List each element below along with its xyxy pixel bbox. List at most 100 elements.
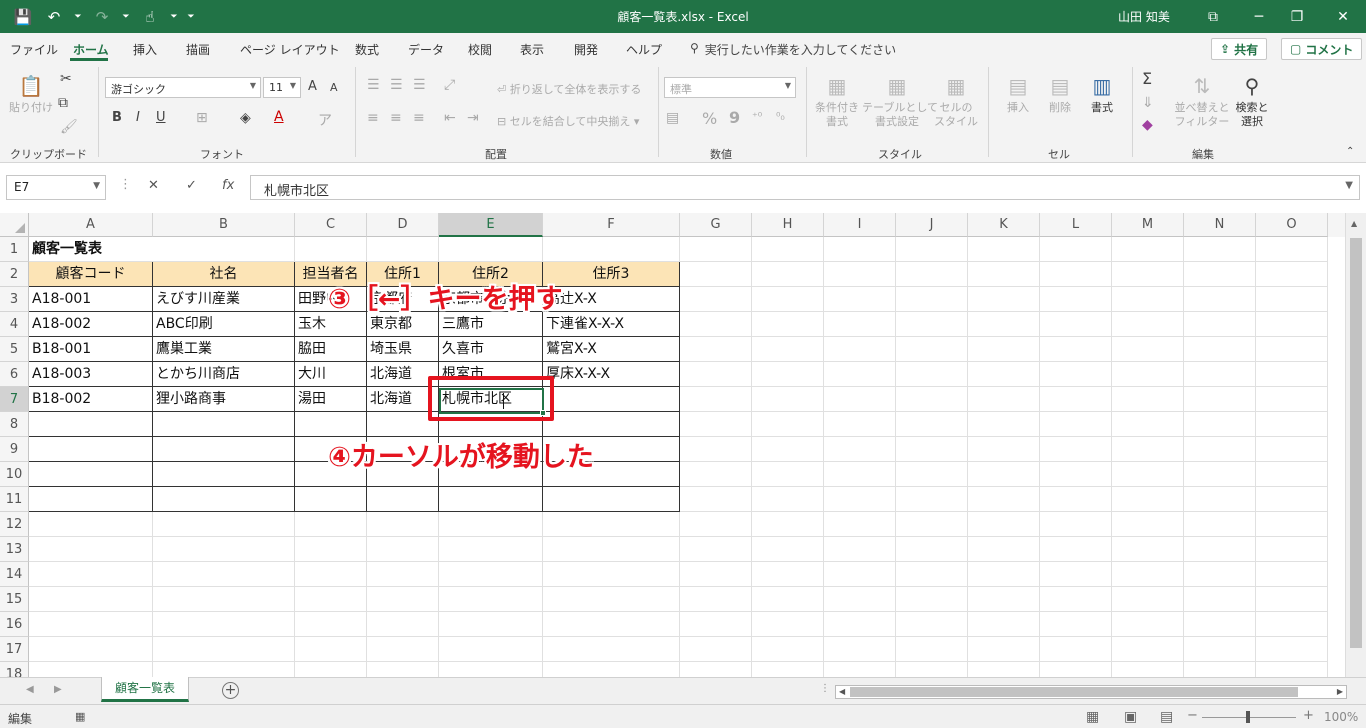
- cell-h6[interactable]: [752, 362, 824, 387]
- cancel-entry-icon[interactable]: ✕: [148, 178, 159, 193]
- cell-o1[interactable]: [1256, 237, 1328, 262]
- ribbon-display-options-icon[interactable]: ⧉: [1190, 0, 1236, 33]
- table-cell[interactable]: 埼玉県: [367, 337, 439, 362]
- table-cell-empty[interactable]: [153, 462, 295, 487]
- cell-k13[interactable]: [968, 537, 1040, 562]
- cell-n8[interactable]: [1184, 412, 1256, 437]
- cell-o15[interactable]: [1256, 587, 1328, 612]
- cell-j11[interactable]: [896, 487, 968, 512]
- tab-home[interactable]: ホーム: [73, 41, 109, 58]
- header-cell[interactable]: 社名: [153, 262, 295, 287]
- cell-d15[interactable]: [367, 587, 439, 612]
- close-icon[interactable]: ✕: [1320, 0, 1366, 33]
- cell-j3[interactable]: [896, 287, 968, 312]
- grow-font-icon[interactable]: A: [308, 79, 317, 94]
- delete-cells-button[interactable]: ▤ 削除: [1040, 71, 1080, 115]
- tab-insert[interactable]: 挿入: [133, 41, 157, 58]
- row-header-12[interactable]: 12: [0, 512, 29, 537]
- copy-icon[interactable]: ⧉: [58, 95, 68, 111]
- vertical-scrollbar[interactable]: ▲: [1345, 213, 1366, 677]
- cell-o12[interactable]: [1256, 512, 1328, 537]
- cell-i1[interactable]: [824, 237, 896, 262]
- cell-n10[interactable]: [1184, 462, 1256, 487]
- cell-m18[interactable]: [1112, 662, 1184, 677]
- select-all-button[interactable]: [0, 213, 29, 237]
- table-cell-empty[interactable]: [153, 437, 295, 462]
- table-cell-empty[interactable]: [29, 412, 153, 437]
- cell-a17[interactable]: [29, 637, 153, 662]
- table-cell[interactable]: B18-001: [29, 337, 153, 362]
- cell-l8[interactable]: [1040, 412, 1112, 437]
- cell-m6[interactable]: [1112, 362, 1184, 387]
- row-header-8[interactable]: 8: [0, 412, 29, 437]
- decrease-decimal-icon[interactable]: ⁰₀: [776, 110, 785, 123]
- column-header-a[interactable]: A: [29, 213, 153, 237]
- paste-button[interactable]: 📋 貼り付け: [8, 71, 54, 115]
- cell-i8[interactable]: [824, 412, 896, 437]
- table-cell-empty[interactable]: [295, 487, 367, 512]
- cell-m7[interactable]: [1112, 387, 1184, 412]
- cell-k7[interactable]: [968, 387, 1040, 412]
- restore-icon[interactable]: ❐: [1274, 0, 1320, 33]
- row-header-4[interactable]: 4: [0, 312, 29, 337]
- cell-l17[interactable]: [1040, 637, 1112, 662]
- cell-g12[interactable]: [680, 512, 752, 537]
- cell-m15[interactable]: [1112, 587, 1184, 612]
- cell-k1[interactable]: [968, 237, 1040, 262]
- zoom-in-icon[interactable]: +: [1303, 708, 1314, 723]
- confirm-entry-icon[interactable]: ✓: [186, 178, 197, 193]
- cell-j7[interactable]: [896, 387, 968, 412]
- cell-d1[interactable]: [367, 237, 439, 262]
- column-header-c[interactable]: C: [295, 213, 367, 237]
- cell-e12[interactable]: [439, 512, 543, 537]
- cell-o14[interactable]: [1256, 562, 1328, 587]
- cell-h1[interactable]: [752, 237, 824, 262]
- align-top-icon[interactable]: ☰: [367, 77, 380, 93]
- wrap-text-button[interactable]: ⏎ 折り返して全体を表示する: [497, 81, 641, 97]
- cell-m8[interactable]: [1112, 412, 1184, 437]
- cell-d18[interactable]: [367, 662, 439, 677]
- table-cell[interactable]: A18-003: [29, 362, 153, 387]
- cell-g10[interactable]: [680, 462, 752, 487]
- column-header-l[interactable]: L: [1040, 213, 1112, 237]
- cell-h11[interactable]: [752, 487, 824, 512]
- column-header-j[interactable]: J: [896, 213, 968, 237]
- cell-l5[interactable]: [1040, 337, 1112, 362]
- cell-g7[interactable]: [680, 387, 752, 412]
- cell-i18[interactable]: [824, 662, 896, 677]
- user-name[interactable]: 山田 知美: [1118, 8, 1170, 25]
- table-cell[interactable]: A18-002: [29, 312, 153, 337]
- row-header-13[interactable]: 13: [0, 537, 29, 562]
- cell-a16[interactable]: [29, 612, 153, 637]
- find-select-button[interactable]: ⚲ 検索と 選択: [1230, 71, 1274, 129]
- cell-a12[interactable]: [29, 512, 153, 537]
- cell-e18[interactable]: [439, 662, 543, 677]
- insert-function-button[interactable]: fx: [222, 178, 234, 193]
- cell-l10[interactable]: [1040, 462, 1112, 487]
- tab-view[interactable]: 表示: [520, 41, 544, 58]
- cell-n11[interactable]: [1184, 487, 1256, 512]
- cell-a15[interactable]: [29, 587, 153, 612]
- cell-n13[interactable]: [1184, 537, 1256, 562]
- cell-l6[interactable]: [1040, 362, 1112, 387]
- cell-j12[interactable]: [896, 512, 968, 537]
- cell-f12[interactable]: [543, 512, 680, 537]
- scroll-up-icon[interactable]: ▲: [1351, 219, 1357, 228]
- cell-d14[interactable]: [367, 562, 439, 587]
- worksheet-grid[interactable]: ABCDEFGHIJKLMNO 1 2 3 4 5 6 7 8 9 10 11 12 13 14 15 16 1…: [0, 213, 1366, 677]
- cell-k16[interactable]: [968, 612, 1040, 637]
- cell-i3[interactable]: [824, 287, 896, 312]
- cell-g1[interactable]: [680, 237, 752, 262]
- cell-l18[interactable]: [1040, 662, 1112, 677]
- cell-o8[interactable]: [1256, 412, 1328, 437]
- table-cell-empty[interactable]: [29, 462, 153, 487]
- cell-g8[interactable]: [680, 412, 752, 437]
- accounting-format-icon[interactable]: ▤: [666, 110, 679, 126]
- cell-f14[interactable]: [543, 562, 680, 587]
- table-cell[interactable]: 高辻X-X: [543, 287, 680, 312]
- cell-g4[interactable]: [680, 312, 752, 337]
- cell-o9[interactable]: [1256, 437, 1328, 462]
- comment-button[interactable]: ▢ コメント: [1281, 38, 1363, 60]
- cell-j10[interactable]: [896, 462, 968, 487]
- cell-h16[interactable]: [752, 612, 824, 637]
